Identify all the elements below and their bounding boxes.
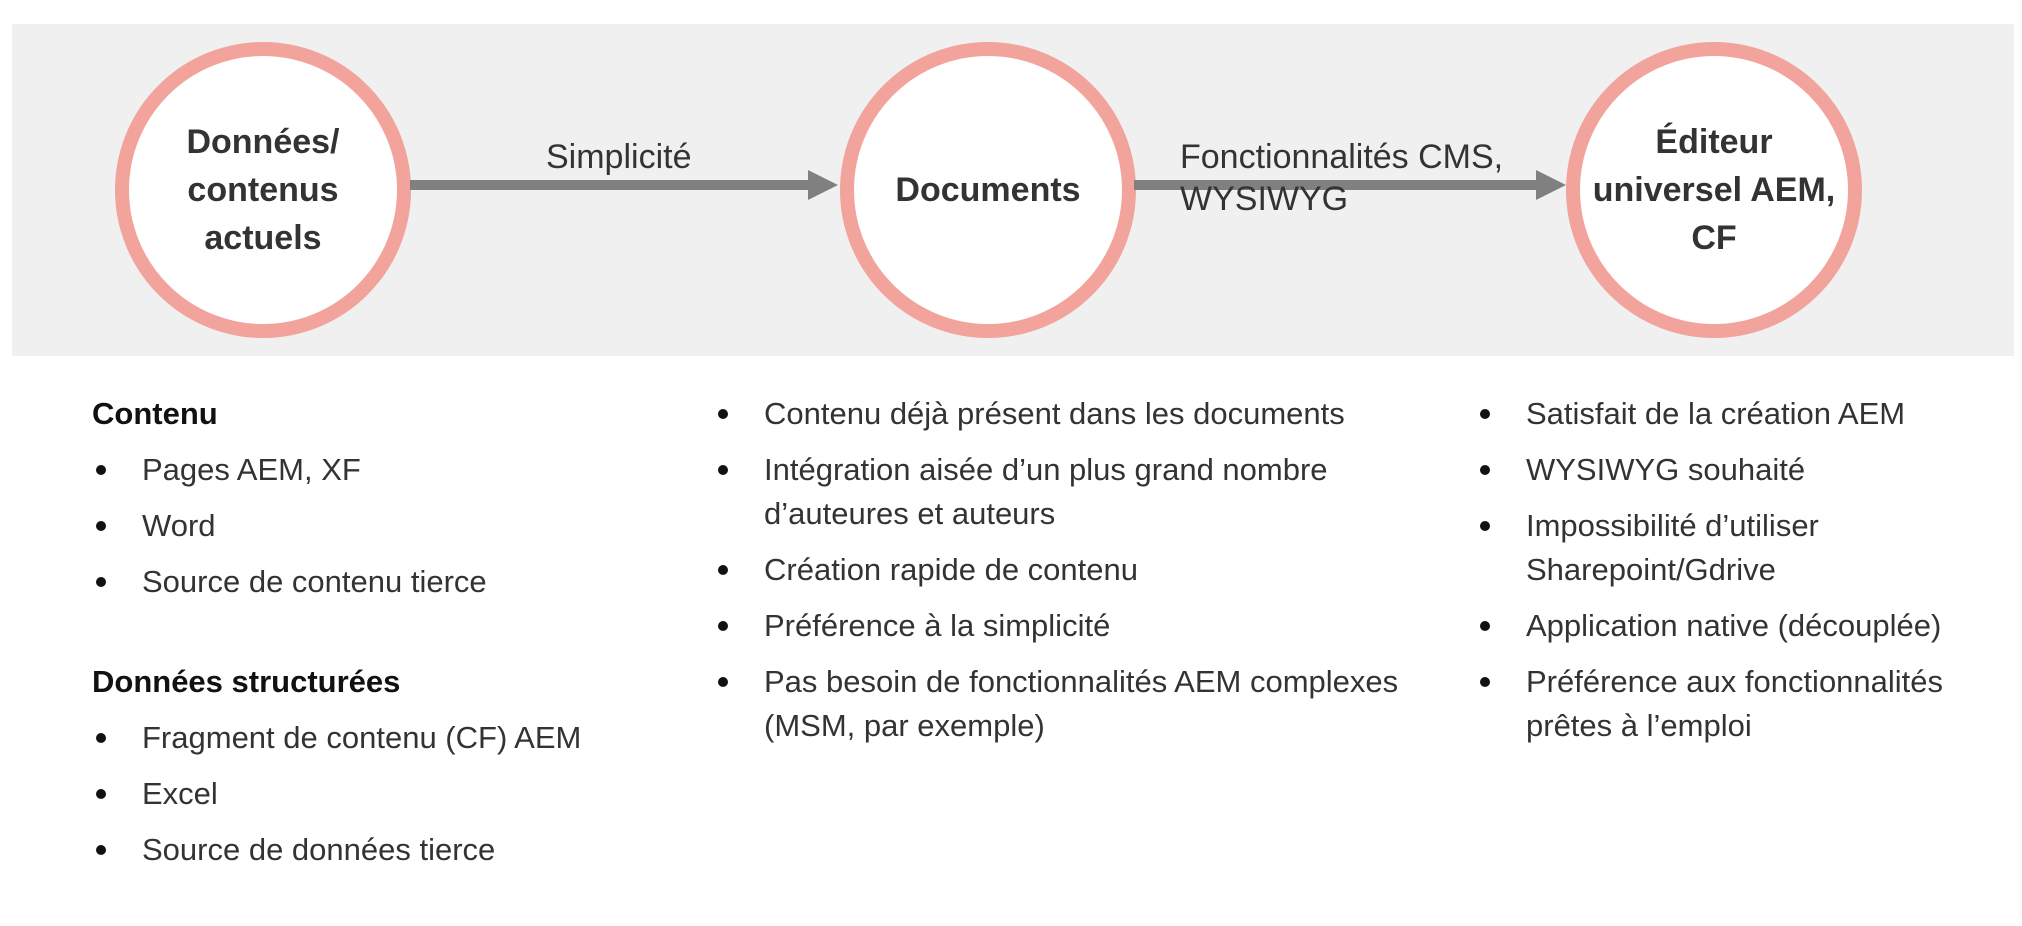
list-item-text: Préférence à la simplicité xyxy=(764,608,1111,643)
list-item: Source de contenu tierce xyxy=(92,560,692,604)
arrowhead-1-icon xyxy=(808,170,838,200)
node-current-data: Données/ contenus actuels xyxy=(115,42,411,338)
bullet-icon xyxy=(1480,677,1490,687)
bullet-icon xyxy=(96,577,106,587)
list-item: Application native (découplée) xyxy=(1476,604,2016,648)
bullet-icon xyxy=(718,465,728,475)
list-item: Satisfait de la création AEM xyxy=(1476,392,2016,436)
list-item-text: Préférence aux fonctionnalités prêtes à … xyxy=(1526,664,1944,743)
documents-list: Contenu déjà présent dans les documents … xyxy=(714,392,1454,748)
list-item-text: Fragment de contenu (CF) AEM xyxy=(142,720,582,755)
node-documents-label: Documents xyxy=(895,171,1081,209)
section-title-structured-data: Données structurées xyxy=(92,664,401,699)
bullet-icon xyxy=(1480,409,1490,419)
column-universal-editor: Satisfait de la création AEM WYSIWYG sou… xyxy=(1476,392,2016,760)
node-universal-editor: Éditeur universel AEM, CF xyxy=(1566,42,1862,338)
node-current-data-label: Données/ contenus actuels xyxy=(186,123,340,257)
list-item: Contenu déjà présent dans les documents xyxy=(714,392,1454,436)
bullet-icon xyxy=(1480,465,1490,475)
edge-label-cms-features: Fonctionnalités CMS, WYSIWYG xyxy=(1180,138,1504,218)
list-item-text: Source de données tierce xyxy=(142,832,496,867)
bullet-icon xyxy=(1480,521,1490,531)
list-item: Pas besoin de fonctionnalités AEM comple… xyxy=(714,660,1454,748)
list-item-text: WYSIWYG souhaité xyxy=(1526,452,1806,487)
list-item: Word xyxy=(92,504,692,548)
editor-list: Satisfait de la création AEM WYSIWYG sou… xyxy=(1476,392,2016,748)
list-item-text: Satisfait de la création AEM xyxy=(1526,396,1906,431)
list-item: Création rapide de contenu xyxy=(714,548,1454,592)
list-item: Fragment de contenu (CF) AEM xyxy=(92,716,692,760)
bullet-icon xyxy=(1480,621,1490,631)
list-item: WYSIWYG souhaité xyxy=(1476,448,2016,492)
list-item-text: Contenu déjà présent dans les documents xyxy=(764,396,1345,431)
bullet-icon xyxy=(96,733,106,743)
content-list: Pages AEM, XF Word Source de contenu tie… xyxy=(92,448,692,604)
list-item-text: Impossibilité d’utiliser Sharepoint/Gdri… xyxy=(1526,508,1819,587)
bullet-icon xyxy=(96,845,106,855)
bullet-icon xyxy=(718,565,728,575)
list-item-text: Intégration aisée d’un plus grand nombre… xyxy=(764,452,1328,531)
list-item: Impossibilité d’utiliser Sharepoint/Gdri… xyxy=(1476,504,2016,592)
column-current-data: Contenu Pages AEM, XF Word Source de con… xyxy=(92,392,692,884)
bullet-icon xyxy=(718,621,728,631)
list-item: Pages AEM, XF xyxy=(92,448,692,492)
list-item: Excel xyxy=(92,772,692,816)
list-item: Préférence aux fonctionnalités prêtes à … xyxy=(1476,660,2016,748)
list-item: Source de données tierce xyxy=(92,828,692,872)
list-item-text: Pas besoin de fonctionnalités AEM comple… xyxy=(764,664,1399,743)
bullet-icon xyxy=(96,465,106,475)
bullet-icon xyxy=(718,409,728,419)
list-item: Préférence à la simplicité xyxy=(714,604,1454,648)
list-item-text: Application native (découplée) xyxy=(1526,608,1942,643)
list-item-text: Création rapide de contenu xyxy=(764,552,1138,587)
connector-line-1 xyxy=(410,180,810,190)
structured-data-list: Fragment de contenu (CF) AEM Excel Sourc… xyxy=(92,716,692,872)
edge-label-simplicity: Simplicité xyxy=(546,138,692,176)
bullet-icon xyxy=(96,789,106,799)
node-universal-editor-label: Éditeur universel AEM, CF xyxy=(1592,123,1836,257)
arrowhead-2-icon xyxy=(1536,170,1566,200)
list-item: Intégration aisée d’un plus grand nombre… xyxy=(714,448,1454,536)
list-item-text: Word xyxy=(142,508,216,543)
list-item-text: Pages AEM, XF xyxy=(142,452,361,487)
list-item-text: Excel xyxy=(142,776,218,811)
node-documents: Documents xyxy=(840,42,1136,338)
section-title-content: Contenu xyxy=(92,396,218,431)
column-documents: Contenu déjà présent dans les documents … xyxy=(714,392,1454,760)
bullet-icon xyxy=(718,677,728,687)
bullet-icon xyxy=(96,521,106,531)
list-item-text: Source de contenu tierce xyxy=(142,564,487,599)
